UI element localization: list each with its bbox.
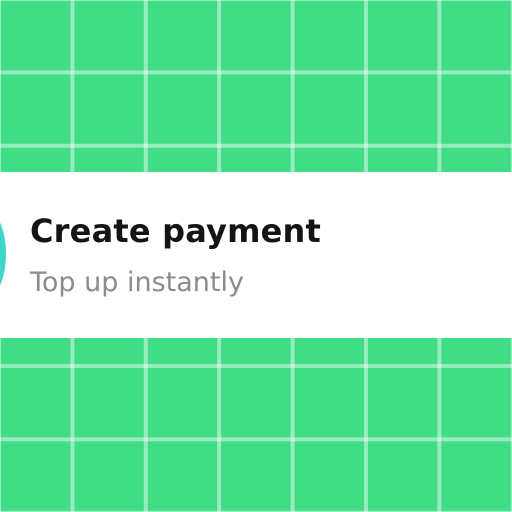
circle-icon — [0, 210, 6, 298]
card-subtitle: Top up instantly — [30, 267, 244, 298]
create-payment-card[interactable]: Create payment Top up instantly — [0, 172, 512, 338]
card-title: Create payment — [30, 212, 322, 250]
